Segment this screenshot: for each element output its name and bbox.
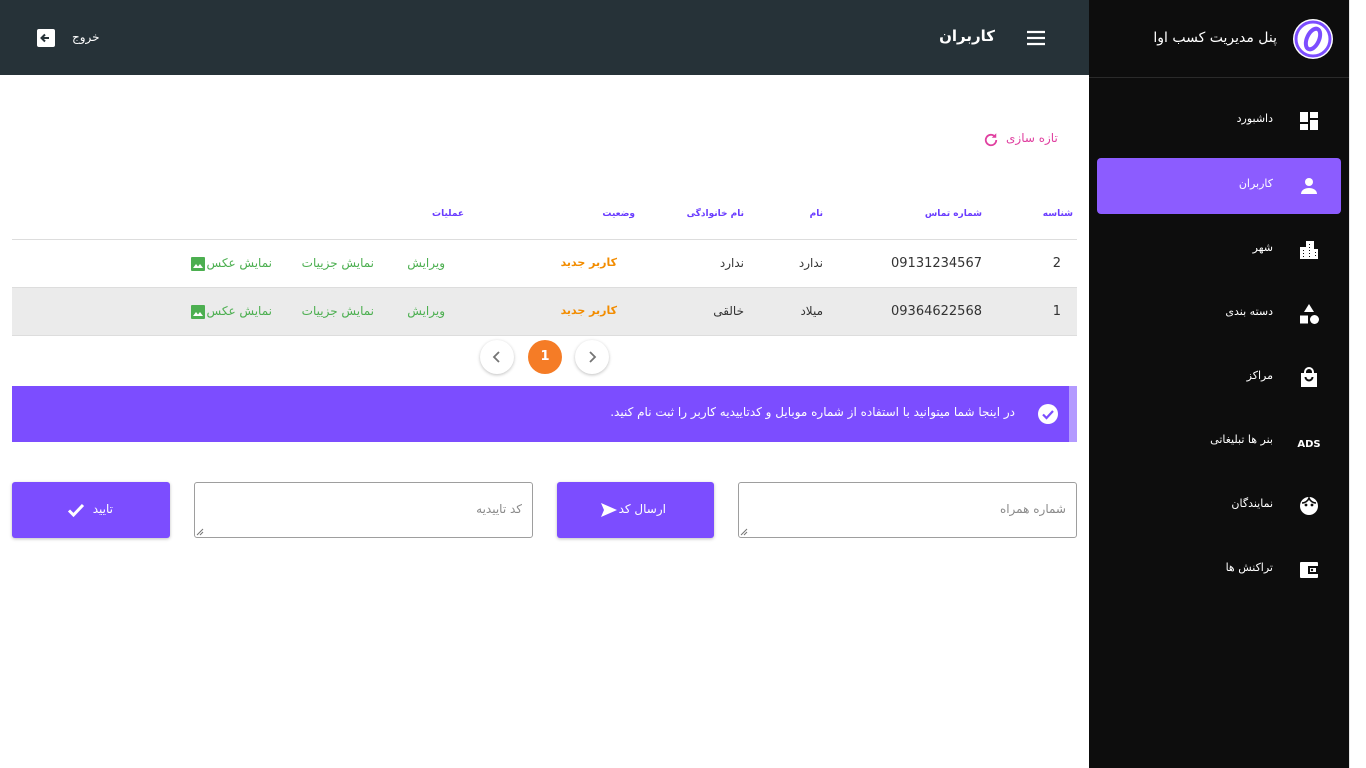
- ava-logo-icon: [1293, 19, 1333, 59]
- edit-link[interactable]: ویرایش: [407, 304, 445, 318]
- ads-icon: ADS: [1297, 439, 1320, 450]
- header-actions: عملیات: [432, 209, 464, 219]
- top-bar: کاربران خروج: [0, 0, 1089, 75]
- refresh-label: تازه سازی: [1006, 131, 1058, 145]
- chevron-right-icon: [589, 351, 597, 363]
- user-icon: [1301, 178, 1317, 194]
- resize-grip-icon[interactable]: [740, 528, 748, 536]
- details-link[interactable]: نمایش جزییات: [302, 256, 374, 270]
- code-placeholder: کد تاییدیه: [476, 502, 522, 516]
- header-family: نام خانوادگی: [686, 209, 744, 219]
- table-row: 2 09131234567 ندارد ندارد کاربر جدید ویر…: [12, 240, 1077, 288]
- sidebar-item-label: تراکنش ها: [1225, 561, 1273, 574]
- sidebar-item-label: کاربران: [1238, 177, 1273, 190]
- prev-page-button[interactable]: [480, 340, 514, 374]
- sidebar-item-city[interactable]: شهر: [1097, 222, 1341, 278]
- city-icon: [1300, 241, 1318, 259]
- confirm-button[interactable]: تایید: [12, 482, 170, 538]
- image-icon[interactable]: [191, 257, 205, 271]
- logout-icon[interactable]: [36, 28, 56, 48]
- page-title: کاربران: [939, 27, 995, 45]
- phone-placeholder: شماره همراه: [999, 502, 1066, 516]
- logout-button[interactable]: خروج: [72, 30, 100, 44]
- cell-id: 2: [1052, 256, 1061, 271]
- header-phone: شماره تماس: [924, 209, 982, 219]
- send-code-label: ارسال کد: [618, 502, 666, 516]
- confirm-label: تایید: [92, 502, 113, 516]
- sidebar-item-label: داشبورد: [1236, 112, 1273, 125]
- resize-grip-icon[interactable]: [196, 528, 204, 536]
- sidebar-item-ads[interactable]: ADS بنر ها تبلیغاتی: [1097, 414, 1341, 470]
- sidebar-item-label: بنر ها تبلیغاتی: [1210, 433, 1273, 446]
- sidebar-item-label: مراکز: [1246, 369, 1273, 382]
- image-icon[interactable]: [191, 305, 205, 319]
- sidebar-item-label: دسته بندی: [1225, 305, 1273, 318]
- table-header: شناسه شماره تماس نام نام خانوادگی وضعیت …: [12, 190, 1077, 240]
- chevron-left-icon: [492, 351, 500, 363]
- header-name: نام: [809, 209, 823, 219]
- svg-text:ADS: ADS: [1297, 439, 1320, 450]
- cell-family: ندارد: [719, 256, 744, 270]
- refresh-icon: [984, 133, 998, 147]
- show-photo-link[interactable]: نمایش عکس: [207, 304, 272, 318]
- dashboard-icon: [1300, 112, 1318, 130]
- sidebar-item-dashboard[interactable]: داشبورد: [1097, 93, 1341, 149]
- wallet-icon: [1300, 562, 1318, 578]
- check-circle-icon: [1038, 404, 1058, 424]
- brand: پنل مدیریت کسب اوا: [1089, 0, 1349, 78]
- cell-phone: 09364622568: [891, 304, 982, 319]
- sidebar-item-transactions[interactable]: تراکنش ها: [1097, 542, 1341, 598]
- sidebar-item-label: نمایندگان: [1231, 497, 1273, 510]
- edit-link[interactable]: ویرایش: [407, 256, 445, 270]
- cell-name: ندارد: [798, 256, 823, 270]
- cell-id: 1: [1052, 304, 1061, 319]
- verification-code-field[interactable]: کد تاییدیه: [194, 482, 533, 538]
- status-badge: کاربر جدید: [560, 256, 617, 269]
- cell-phone: 09131234567: [891, 256, 982, 271]
- send-code-button[interactable]: ارسال کد: [557, 482, 714, 538]
- table-row: 1 09364622568 میلاد خالقی کاربر جدید ویر…: [12, 288, 1077, 336]
- next-page-button[interactable]: [575, 340, 609, 374]
- sidebar-item-users[interactable]: کاربران: [1097, 158, 1341, 214]
- header-id: شناسه: [1042, 209, 1073, 219]
- details-link[interactable]: نمایش جزییات: [302, 304, 374, 318]
- sidebar-item-agents[interactable]: نمایندگان: [1097, 478, 1341, 534]
- sidebar-item-category[interactable]: دسته بندی: [1097, 286, 1341, 342]
- cell-family: خالقی: [713, 304, 744, 318]
- info-text: در اینجا شما میتوانید با استفاده از شمار…: [610, 405, 1015, 419]
- send-icon: [601, 503, 617, 517]
- cell-name: میلاد: [800, 304, 823, 318]
- category-icon: [1300, 304, 1319, 324]
- shopping-bag-icon: [1301, 367, 1317, 387]
- status-badge: کاربر جدید: [560, 304, 617, 317]
- check-icon: [67, 503, 85, 518]
- brand-title: پنل مدیریت کسب اوا: [1153, 30, 1277, 46]
- info-banner: در اینجا شما میتوانید با استفاده از شمار…: [12, 386, 1077, 442]
- face-icon: [1300, 495, 1318, 515]
- header-status: وضعیت: [602, 209, 635, 219]
- menu-icon[interactable]: [1024, 26, 1048, 50]
- scrollbar[interactable]: [1349, 0, 1366, 768]
- sidebar-item-label: شهر: [1252, 241, 1273, 254]
- phone-field[interactable]: شماره همراه: [738, 482, 1077, 538]
- sidebar: پنل مدیریت کسب اوا داشبورد کاربران شهر د…: [1089, 0, 1349, 768]
- sidebar-item-centers[interactable]: مراکز: [1097, 350, 1341, 406]
- show-photo-link[interactable]: نمایش عکس: [207, 256, 272, 270]
- current-page-button[interactable]: 1: [528, 340, 562, 374]
